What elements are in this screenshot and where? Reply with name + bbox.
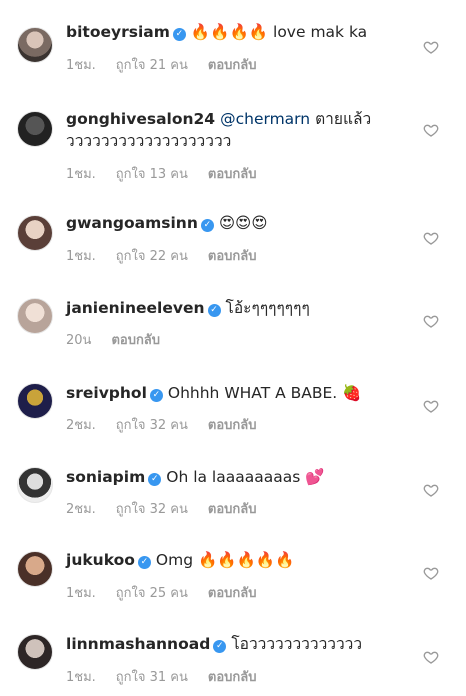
timestamp[interactable]: 20น	[66, 333, 91, 348]
verified-badge-icon: ✓	[137, 556, 151, 569]
verified-badge-icon: ✓	[213, 640, 227, 653]
comment-text: โอววววววววววววว	[231, 635, 363, 653]
comment-meta: 1ชม. ถูกใจ 25 คน ตอบกลับ	[66, 582, 277, 603]
verified-badge-icon: ✓	[200, 219, 214, 232]
username[interactable]: gwangoamsinn	[66, 214, 198, 232]
reply-button[interactable]: ตอบกลับ	[208, 502, 257, 517]
like-heart-icon[interactable]	[423, 39, 439, 55]
like-heart-icon[interactable]	[423, 649, 439, 665]
comment-meta: 1ชม. ถูกใจ 21 คน ตอบกลับ	[66, 54, 277, 75]
comment-meta: 1ชม. ถูกใจ 31 คน ตอบกลับ	[66, 666, 277, 687]
comment-line: gonghivesalon24 @chermarn ตายแล้ว	[66, 109, 414, 130]
username[interactable]: gonghivesalon24	[66, 110, 215, 128]
timestamp[interactable]: 2ชม.	[66, 502, 96, 517]
timestamp[interactable]: 1ชม.	[66, 249, 96, 264]
like-heart-icon[interactable]	[423, 398, 439, 414]
reply-button[interactable]: ตอบกลับ	[208, 58, 257, 73]
avatar[interactable]	[17, 551, 53, 587]
avatar[interactable]	[17, 215, 53, 251]
reply-button[interactable]: ตอบกลับ	[208, 586, 257, 601]
comment-meta: 2ชม. ถูกใจ 32 คน ตอบกลับ	[66, 414, 277, 435]
timestamp[interactable]: 1ชม.	[66, 167, 96, 182]
likes-count[interactable]: ถูกใจ 13 คน	[116, 167, 188, 182]
username[interactable]: janienineeleven	[66, 299, 205, 317]
avatar[interactable]	[17, 111, 53, 147]
likes-count[interactable]: ถูกใจ 22 คน	[116, 249, 188, 264]
avatar[interactable]	[17, 27, 53, 63]
reply-button[interactable]: ตอบกลับ	[111, 333, 160, 348]
like-heart-icon[interactable]	[423, 313, 439, 329]
username[interactable]: jukukoo	[66, 551, 135, 569]
likes-count[interactable]: ถูกใจ 31 คน	[116, 670, 188, 685]
verified-badge-icon: ✓	[148, 473, 162, 486]
like-heart-icon[interactable]	[423, 565, 439, 581]
comment-text: โอ้ะๆๆๆๆๆๆๆ	[225, 299, 310, 317]
timestamp[interactable]: 1ชม.	[66, 586, 96, 601]
username[interactable]: sreivphol	[66, 384, 147, 402]
timestamp[interactable]: 1ชม.	[66, 670, 96, 685]
comment-line: jukukoo ✓ Omg 🔥🔥🔥🔥🔥	[66, 550, 414, 571]
comment-text: 🔥🔥🔥🔥 love mak ka	[190, 23, 368, 41]
comment-meta: 2ชม. ถูกใจ 32 คน ตอบกลับ	[66, 498, 277, 519]
username[interactable]: soniapim	[66, 468, 145, 486]
comment-text: 😍😍😍	[218, 214, 268, 232]
likes-count[interactable]: ถูกใจ 25 คน	[116, 586, 188, 601]
comment-text: Ohhhh WHAT A BABE. 🍓	[167, 384, 362, 402]
reply-button[interactable]: ตอบกลับ	[208, 167, 257, 182]
like-heart-icon[interactable]	[423, 230, 439, 246]
reply-button[interactable]: ตอบกลับ	[208, 670, 257, 685]
reply-button[interactable]: ตอบกลับ	[208, 249, 257, 264]
comment-line: bitoeyrsiam ✓ 🔥🔥🔥🔥 love mak ka	[66, 22, 414, 43]
comment-meta: 20น ตอบกลับ	[66, 329, 180, 350]
avatar[interactable]	[17, 467, 53, 503]
comment-line: sreivphol ✓ Ohhhh WHAT A BABE. 🍓	[66, 383, 414, 404]
comment-line: soniapim ✓ Oh la laaaaaaaas 💕	[66, 467, 414, 488]
reply-button[interactable]: ตอบกลับ	[208, 418, 257, 433]
verified-badge-icon: ✓	[172, 28, 186, 41]
username[interactable]: bitoeyrsiam	[66, 23, 170, 41]
likes-count[interactable]: ถูกใจ 32 คน	[116, 418, 188, 433]
avatar[interactable]	[17, 383, 53, 419]
comment-text: ตายแล้ว	[315, 110, 372, 128]
comment-line: janienineeleven ✓ โอ้ะๆๆๆๆๆๆๆ	[66, 298, 414, 319]
verified-badge-icon: ✓	[149, 389, 163, 402]
like-heart-icon[interactable]	[423, 122, 439, 138]
likes-count[interactable]: ถูกใจ 21 คน	[116, 58, 188, 73]
comment-line: gwangoamsinn ✓ 😍😍😍	[66, 213, 414, 234]
comment-text-continued: ววววววววววววววววววว	[66, 132, 232, 150]
comment-text: Omg 🔥🔥🔥🔥🔥	[155, 551, 295, 569]
mention-link[interactable]: @chermarn	[220, 110, 310, 128]
username[interactable]: linnmashannoad	[66, 635, 210, 653]
comment-line: linnmashannoad ✓ โอววววววววววววว	[66, 634, 414, 655]
comment-meta: 1ชม. ถูกใจ 13 คน ตอบกลับ	[66, 163, 277, 184]
timestamp[interactable]: 2ชม.	[66, 418, 96, 433]
like-heart-icon[interactable]	[423, 482, 439, 498]
avatar[interactable]	[17, 298, 53, 334]
comment-line-2: ววววววววววววววววววว	[66, 131, 231, 152]
timestamp[interactable]: 1ชม.	[66, 58, 96, 73]
verified-badge-icon: ✓	[207, 304, 221, 317]
comment-text: Oh la laaaaaaaas 💕	[166, 468, 325, 486]
likes-count[interactable]: ถูกใจ 32 คน	[116, 502, 188, 517]
avatar[interactable]	[17, 634, 53, 670]
comment-list: bitoeyrsiam ✓ 🔥🔥🔥🔥 love mak ka 1ชม. ถูกใจ 2…	[0, 0, 466, 696]
comment-meta: 1ชม. ถูกใจ 22 คน ตอบกลับ	[66, 245, 277, 266]
